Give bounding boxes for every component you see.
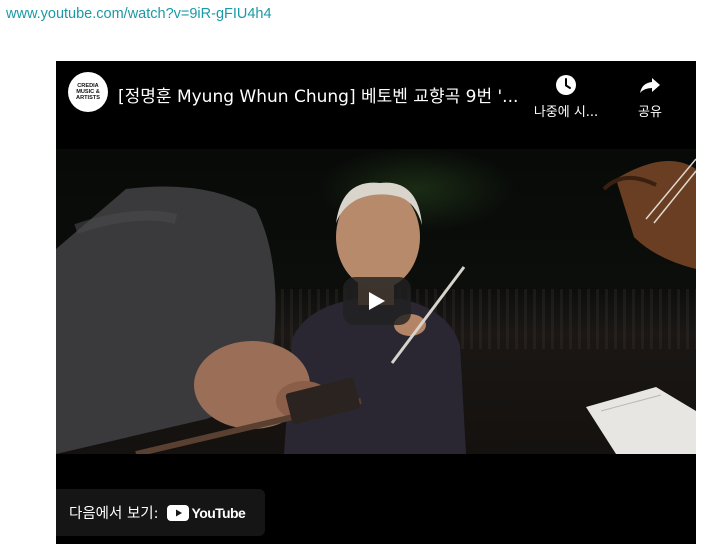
youtube-wordmark: YouTube	[191, 504, 246, 521]
share-arrow-icon	[640, 78, 660, 93]
clock-icon	[556, 75, 576, 95]
play-icon	[369, 292, 385, 310]
watch-on-youtube-button[interactable]: 다음에서 보기: YouTube	[56, 489, 265, 536]
youtube-logo-icon	[166, 504, 189, 521]
youtube-logo: YouTube	[166, 504, 246, 521]
watch-on-label: 다음에서 보기:	[69, 506, 159, 522]
watch-later-label: 나중에 시...	[533, 105, 599, 120]
watch-later-button[interactable]: 나중에 시...	[520, 73, 612, 120]
youtube-embed-player[interactable]: CREDIA MUSIC & ARTISTS [정명훈 Myung Whun C…	[56, 61, 696, 544]
player-top-bar: CREDIA MUSIC & ARTISTS [정명훈 Myung Whun C…	[56, 61, 696, 121]
video-title[interactable]: [정명훈 Myung Whun Chung] 베토벤 교향곡 9번 '...	[118, 82, 528, 107]
share-button[interactable]: 공유	[624, 73, 676, 120]
channel-avatar[interactable]: CREDIA MUSIC & ARTISTS	[68, 72, 108, 112]
share-label: 공유	[638, 105, 662, 120]
video-url-link[interactable]: www.youtube.com/watch?v=9iR-gFIU4h4	[6, 6, 272, 22]
play-button[interactable]	[343, 277, 411, 325]
